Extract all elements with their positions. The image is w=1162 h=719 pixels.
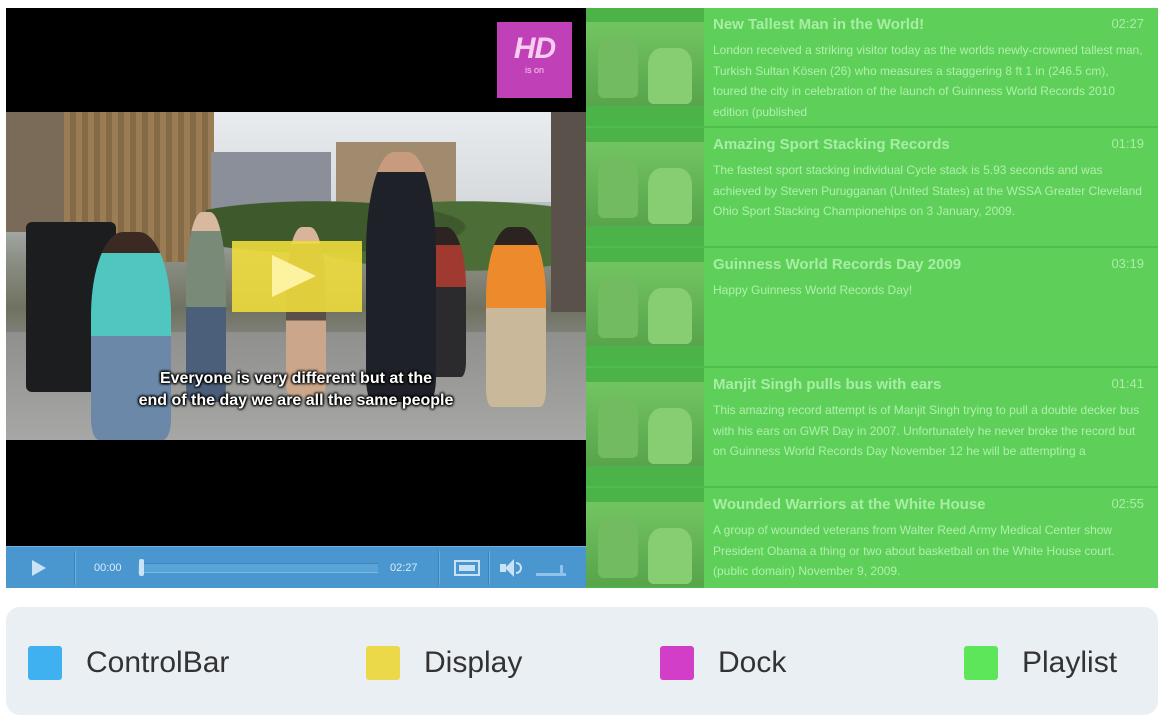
playlist-item-title: Wounded Warriors at the White House	[713, 496, 986, 513]
video-player: Everyone is very different but at the en…	[6, 8, 586, 588]
video-thumbnail	[586, 368, 704, 486]
play-icon	[272, 255, 316, 297]
video-scene-building	[6, 112, 66, 232]
controlbar-divider	[438, 551, 440, 585]
subtitle-line: end of the day we are all the same peopl…	[138, 392, 454, 409]
seek-bar[interactable]	[138, 563, 378, 573]
hd-label: HD	[513, 32, 556, 65]
playlist-item[interactable]: Amazing Sport Stacking Records 01:19 The…	[586, 128, 1158, 248]
subtitle-line: Everyone is very different but at the	[159, 370, 433, 387]
controlbar-divider	[74, 551, 76, 585]
legend-label: ControlBar	[86, 646, 230, 679]
playlist-item-description: The fastest sport stacking individual Cy…	[713, 163, 1142, 218]
thumbnail-figure	[648, 288, 692, 344]
legend-label: Playlist	[1022, 646, 1118, 679]
thumbnail-figure	[648, 528, 692, 584]
video-scene-person	[366, 152, 436, 402]
legend-swatch	[660, 646, 694, 680]
playlist-item-description: London received a striking visitor today…	[713, 43, 1143, 119]
playlist-item-title: Amazing Sport Stacking Records	[713, 136, 950, 153]
controlbar-divider	[488, 551, 490, 585]
legend-swatch	[366, 646, 400, 680]
playlist: New Tallest Man in the World! 02:27 Lond…	[586, 8, 1158, 588]
volume-slider[interactable]	[536, 565, 566, 576]
legend-swatch	[964, 646, 998, 680]
thumbnail-figure	[648, 48, 692, 104]
playlist-item-duration: 01:19	[1111, 136, 1144, 151]
thumbnail-figure	[598, 278, 638, 338]
playlist-item-duration: 03:19	[1111, 256, 1144, 271]
duration-time: 02:27	[390, 562, 418, 574]
playlist-item-description: Happy Guinness World Records Day!	[713, 283, 913, 297]
playlist-item-description: A group of wounded veterans from Walter …	[713, 523, 1115, 578]
video-scene-building	[551, 112, 586, 312]
playlist-item-duration: 01:41	[1111, 376, 1144, 391]
playlist-item-title: New Tallest Man in the World!	[713, 16, 925, 33]
video-thumbnail	[586, 128, 704, 246]
subtitle-caption: Everyone is very different but at the en…	[6, 368, 586, 412]
playlist-item-duration: 02:27	[1111, 16, 1144, 31]
video-thumbnail	[586, 248, 704, 366]
legend: ControlBar Display Dock Playlist	[6, 607, 1158, 715]
play-icon[interactable]	[32, 560, 46, 576]
legend-label: Display	[424, 646, 523, 679]
thumbnail-figure	[598, 398, 638, 458]
speaker-cone	[505, 559, 514, 577]
playlist-item[interactable]: Manjit Singh pulls bus with ears 01:41 T…	[586, 368, 1158, 488]
seek-handle[interactable]	[139, 559, 144, 576]
thumbnail-figure	[598, 38, 638, 98]
thumbnail-figure	[648, 408, 692, 464]
video-thumbnail	[586, 488, 704, 588]
sound-wave	[516, 562, 522, 574]
legend-swatch	[28, 646, 62, 680]
thumbnail-figure	[598, 158, 638, 218]
dock-hd-button[interactable]: HD is on	[497, 22, 572, 98]
thumbnail-figure	[648, 168, 692, 224]
playlist-item-description: This amazing record attempt is of Manjit…	[713, 403, 1140, 458]
fullscreen-icon[interactable]	[454, 560, 480, 576]
playlist-item-title: Manjit Singh pulls bus with ears	[713, 376, 942, 393]
playlist-item[interactable]: Wounded Warriors at the White House 02:5…	[586, 488, 1158, 588]
controlbar: 00:00 02:27	[6, 546, 586, 588]
playlist-item-title: Guinness World Records Day 2009	[713, 256, 962, 273]
legend-label: Dock	[718, 646, 787, 679]
volume-icon[interactable]	[500, 559, 522, 577]
display-play-button[interactable]	[232, 241, 362, 312]
video-thumbnail	[586, 8, 704, 126]
hd-status: is on	[524, 65, 544, 75]
thumbnail-figure	[598, 518, 638, 578]
playlist-item-duration: 02:55	[1111, 496, 1144, 511]
elapsed-time: 00:00	[94, 562, 122, 574]
playlist-item[interactable]: New Tallest Man in the World! 02:27 Lond…	[586, 8, 1158, 128]
playlist-item[interactable]: Guinness World Records Day 2009 03:19 Ha…	[586, 248, 1158, 368]
